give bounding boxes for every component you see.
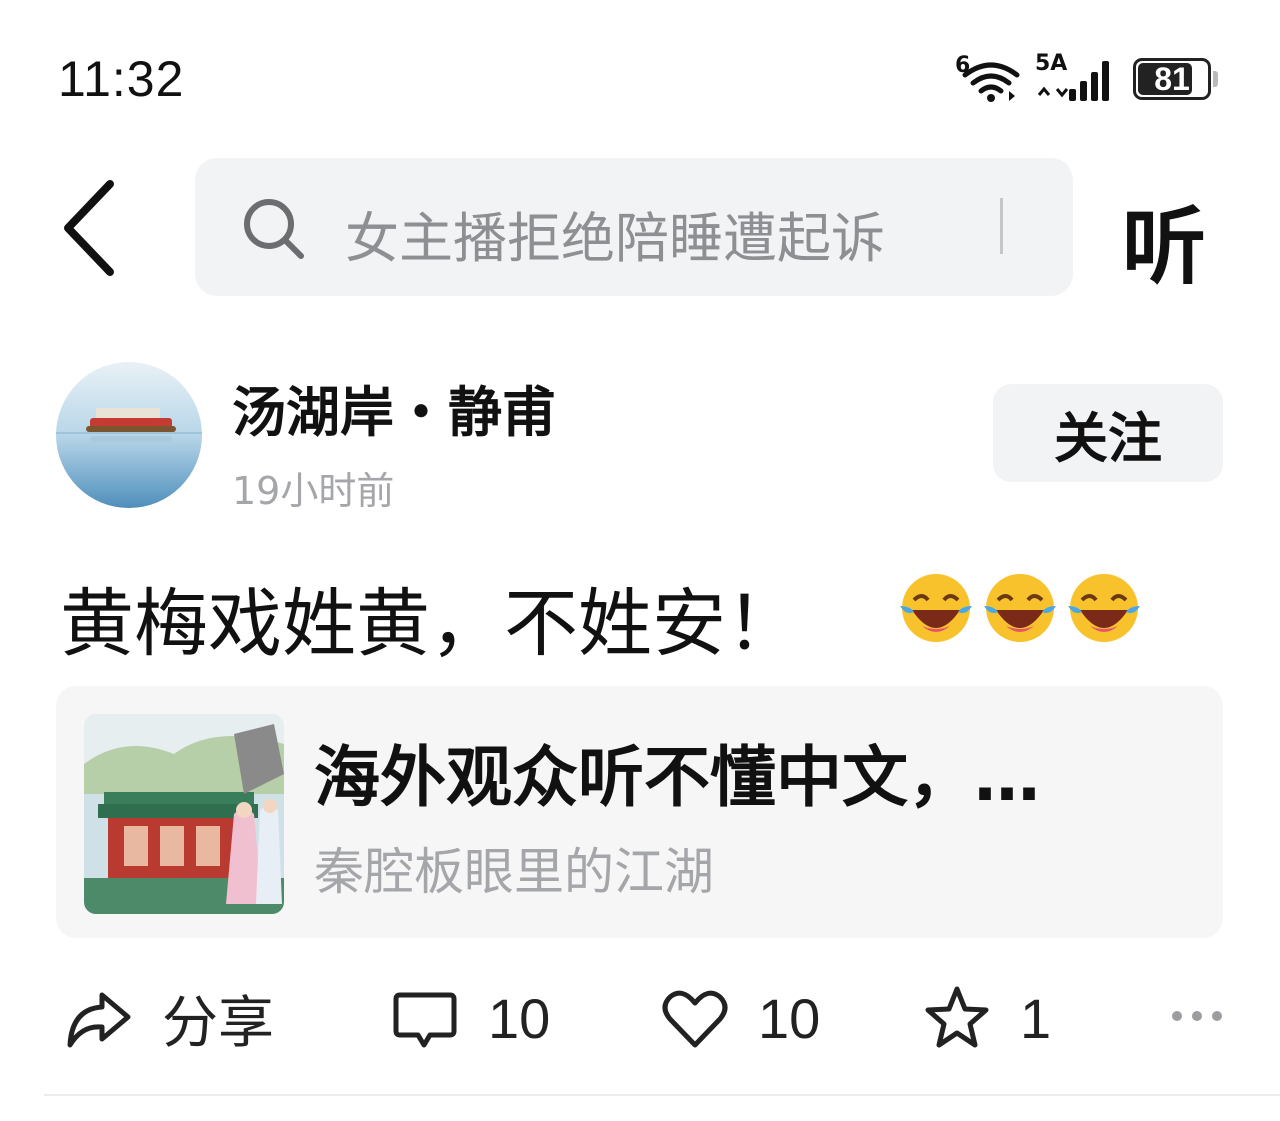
emoji-row xyxy=(896,572,1144,646)
linked-article-card[interactable]: 海外观众听不懂中文，… 秦腔板眼里的江湖 xyxy=(56,686,1223,938)
post-text: 黄梅戏姓黄，不姓安！ xyxy=(60,581,800,667)
like-count: 10 xyxy=(758,986,821,1050)
listen-button[interactable]: 听 xyxy=(1122,180,1206,301)
star-icon xyxy=(925,986,989,1048)
battery-icon: 81 xyxy=(1133,58,1211,100)
post-detail-page: 11:32 6 5A 81 女主播拒绝陪睡遭起诉 听 汤湖岸・静甫 19小时前 … xyxy=(0,0,1280,1121)
comment-count: 10 xyxy=(488,986,551,1050)
battery-level: 81 xyxy=(1154,60,1190,97)
search-caret xyxy=(1000,198,1003,254)
back-button[interactable] xyxy=(56,176,120,280)
post-time: 19小时前 xyxy=(232,469,395,513)
laugh-cry-icon xyxy=(984,574,1056,642)
search-input[interactable]: 女主播拒绝陪睡遭起诉 xyxy=(195,158,1073,296)
action-bar: 分享 10 10 1 xyxy=(0,978,1280,1058)
follow-button[interactable]: 关注 xyxy=(993,384,1223,482)
battery-cap xyxy=(1213,71,1218,87)
laugh-cry-icon xyxy=(900,574,972,642)
author-name[interactable]: 汤湖岸・静甫 xyxy=(232,368,556,447)
network-badge: 5A xyxy=(1035,51,1068,76)
avatar[interactable] xyxy=(56,362,202,508)
comment-button[interactable]: 10 xyxy=(390,978,550,1058)
share-label: 分享 xyxy=(162,990,274,1054)
status-time: 11:32 xyxy=(58,51,185,107)
comment-icon xyxy=(393,992,457,1048)
search-placeholder: 女主播拒绝陪睡遭起诉 xyxy=(345,207,885,270)
laugh-cry-icon xyxy=(1068,574,1140,642)
more-icon[interactable] xyxy=(1170,1008,1224,1024)
favorite-button[interactable]: 1 xyxy=(922,978,1051,1058)
article-source: 秦腔板眼里的江湖 xyxy=(314,843,714,901)
share-button[interactable]: 分享 xyxy=(64,978,274,1058)
share-icon xyxy=(67,992,131,1048)
favorite-count: 1 xyxy=(1020,986,1052,1050)
wifi-badge: 6 xyxy=(955,53,971,78)
like-button[interactable]: 10 xyxy=(660,978,820,1058)
article-title: 海外观众听不懂中文，… xyxy=(314,739,1040,816)
status-icons: 6 5A 81 xyxy=(955,51,1218,104)
divider xyxy=(44,1094,1280,1096)
search-icon xyxy=(244,199,304,259)
cellular-signal-icon: 5A xyxy=(1035,51,1119,103)
wifi-icon: 6 xyxy=(955,53,1021,103)
chevron-left-icon xyxy=(64,180,114,276)
heart-icon xyxy=(662,990,728,1048)
article-thumbnail xyxy=(84,714,284,914)
